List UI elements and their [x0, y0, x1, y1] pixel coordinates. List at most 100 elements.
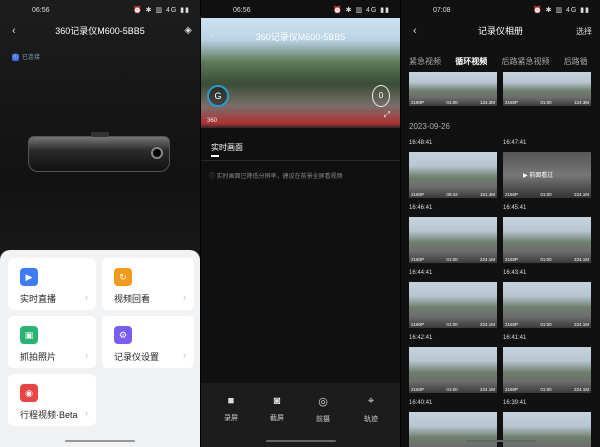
- g-sensor-gauge: G: [207, 85, 229, 107]
- clip-item[interactable]: 16:46:41 2160P 01:00 224.1M: [409, 205, 497, 263]
- tab-indicator: [211, 155, 219, 157]
- clip-thumbnail: 2160P 01:00 224.1M: [503, 217, 591, 263]
- live-view-screen: 06:56 ⏰ ✱ ▥ 4G ▮▮ ‹ 360记录仪M600-5BB5 G 36…: [201, 0, 400, 447]
- photo-icon: ▣: [20, 326, 38, 344]
- menu-photos-label: 抓拍照片: [20, 352, 57, 362]
- clip-size: 224.1M: [479, 257, 495, 262]
- divider: [201, 160, 400, 161]
- chevron-right-icon: ›: [85, 350, 88, 360]
- tab-emergency[interactable]: 紧急视频: [409, 57, 441, 66]
- clip-res: 2160P: [505, 322, 519, 327]
- record-label: 录屏: [224, 415, 238, 422]
- back-icon[interactable]: ‹: [413, 25, 417, 37]
- menu-settings-label: 记录仪设置: [114, 352, 160, 362]
- page-title: 360记录仪M600-5BB5: [55, 26, 145, 36]
- clip-item[interactable]: 16:42:41 2160P 01:00 224.1M: [409, 335, 497, 393]
- clip-item[interactable]: 16:44:41 2160P 01:00 224.1M: [409, 270, 497, 328]
- home-indicator[interactable]: [466, 440, 536, 442]
- menu-trip-video[interactable]: ◉ 行程视频·Beta ›: [8, 374, 96, 426]
- chevron-right-icon: ›: [85, 408, 88, 418]
- menu-live[interactable]: ▶ 实时直播 ›: [8, 258, 96, 310]
- back-icon[interactable]: ‹: [211, 30, 215, 42]
- clip-size: 224.1M: [573, 257, 589, 262]
- video-thumbnail[interactable]: 2160P 01:00 124.3M: [409, 72, 497, 106]
- bottom-toolbar: ■ 录屏 ◙ 截屏 ◎ 前摄 ⌖ 轨迹: [201, 383, 400, 447]
- select-button[interactable]: 选择: [576, 26, 592, 37]
- dashcam-image: [28, 132, 170, 172]
- video-thumbnail[interactable]: 2160P 01:00 124.3M: [503, 72, 591, 106]
- album-screen: 07:08 ⏰ ✱ ▥ 4G ▮▮ ‹ 记录仪相册 选择 紧急视频 循环视频 后…: [401, 0, 600, 447]
- tab-live-view[interactable]: 实时画面: [211, 142, 243, 153]
- chevron-right-icon: ›: [183, 292, 186, 302]
- info-icon: ⓘ: [209, 174, 217, 180]
- clip-res: 2160P: [411, 257, 425, 262]
- fullscreen-icon[interactable]: ⤢: [384, 110, 390, 120]
- title-bar: ‹ 360记录仪M600-5BB5: [201, 30, 400, 43]
- front-camera-button[interactable]: ◎ 前摄: [303, 395, 343, 424]
- tab-rear-emergency[interactable]: 后路紧急视频: [501, 57, 549, 66]
- res: 2160P: [411, 100, 425, 105]
- clip-time: 16:43:41: [503, 270, 527, 276]
- menu-playback[interactable]: ↻ 视频回看 ›: [102, 258, 194, 310]
- menu-settings[interactable]: ⚙ 记录仪设置 ›: [102, 316, 194, 368]
- clip-size: 224.1M: [479, 322, 495, 327]
- record-button[interactable]: ■ 录屏: [211, 395, 251, 423]
- clip-res: 2160P: [411, 387, 425, 392]
- front-camera-label: 前摄: [316, 416, 330, 423]
- clip-item[interactable]: 16:45:41 2160P 01:00 224.1M: [503, 205, 591, 263]
- clip-time: 16:47:41: [503, 140, 527, 146]
- clip-item[interactable]: 16:47:41 ▶ 前面看过 2160P 01:00 224.1M: [503, 140, 591, 198]
- clip-time: 16:48:41: [409, 140, 433, 146]
- status-bar: 07:08 ⏰ ✱ ▥ 4G ▮▮: [401, 0, 600, 20]
- clip-item[interactable]: 16:43:41 2160P 01:00 224.1M: [503, 270, 591, 328]
- clip-meta: 2160P 00:42 151.4M: [411, 192, 495, 197]
- duration: 01:00: [446, 100, 458, 105]
- clip-duration: 01:00: [446, 257, 458, 262]
- clip-time: 16:46:41: [409, 205, 433, 211]
- clip-time: 16:39:41: [503, 400, 527, 406]
- size: 124.3M: [573, 100, 589, 105]
- clip-meta: 2160P 01:00 224.1M: [505, 387, 589, 392]
- clip-res: 2160P: [411, 192, 425, 197]
- clip-size: 224.1M: [573, 387, 589, 392]
- thumbnail-image: 2160P 01:00 124.3M: [503, 72, 591, 106]
- home-indicator[interactable]: [266, 440, 336, 442]
- clip-item[interactable]: 16:48:41 2160P 00:42 151.4M: [409, 140, 497, 198]
- clip-time: 16:44:41: [409, 270, 433, 276]
- clip-time: 16:41:41: [503, 335, 527, 341]
- clip-duration: 01:00: [446, 387, 458, 392]
- live-icon: ▶: [20, 268, 38, 286]
- clip-res: 2160P: [505, 192, 519, 197]
- menu-trip-video-label: 行程视频·Beta: [20, 410, 78, 420]
- screenshot-button[interactable]: ◙ 截屏: [257, 395, 297, 423]
- clip-size: 151.4M: [479, 192, 495, 197]
- menu-photos[interactable]: ▣ 抓拍照片 ›: [8, 316, 96, 368]
- connection-label: 已连接: [22, 55, 41, 61]
- status-time: 06:56: [233, 7, 251, 14]
- home-indicator[interactable]: [65, 440, 135, 442]
- resolution-note-text: 实时画面已降低分辨率，建议在前景全屏看视频: [216, 174, 343, 180]
- status-time: 07:08: [433, 7, 451, 14]
- duration: 01:00: [540, 100, 552, 105]
- brand-logo: 360: [207, 118, 218, 124]
- bluetooth-icon: ⓘ: [12, 53, 19, 61]
- playback-icon: ↻: [114, 268, 132, 286]
- clip-item[interactable]: 16:41:41 2160P 01:00 224.1M: [503, 335, 591, 393]
- screenshot-label: 截屏: [270, 415, 284, 422]
- clip-meta: 2160P 01:00 224.1M: [505, 322, 589, 327]
- clip-thumbnail: 2160P 01:00 224.1M: [503, 347, 591, 393]
- resolution-note: ⓘ 实时画面已降低分辨率，建议在前景全屏看视频: [209, 171, 343, 180]
- clip-thumbnail: 2160P 01:00 224.1M: [503, 282, 591, 328]
- status-icons: ⏰ ✱ ▥ 4G ▮▮: [532, 7, 590, 14]
- clip-size: 224.1M: [573, 192, 589, 197]
- connection-status: ⓘ 已连接: [12, 52, 40, 61]
- status-bar: 06:56 ⏰ ✱ ▥ 4G ▮▮: [201, 0, 400, 20]
- title-bar: ‹ 360记录仪M600-5BB5: [0, 24, 200, 42]
- clip-time: 16:45:41: [503, 205, 527, 211]
- tab-loop[interactable]: 循环视频: [455, 57, 487, 66]
- dashcam-mount: [91, 132, 109, 137]
- back-icon[interactable]: ‹: [12, 25, 16, 37]
- layers-icon[interactable]: ◈: [184, 25, 192, 36]
- tab-rear-loop[interactable]: 后路循: [564, 57, 588, 66]
- track-button[interactable]: ⌖ 轨迹: [351, 395, 391, 424]
